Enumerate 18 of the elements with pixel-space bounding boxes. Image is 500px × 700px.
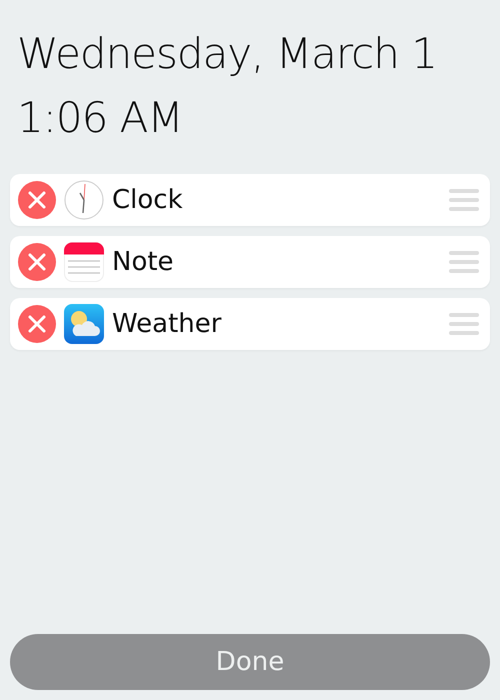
time-text: 1:06 AM: [17, 92, 184, 144]
drag-handle-icon[interactable]: [448, 312, 480, 336]
done-button[interactable]: Done: [10, 634, 490, 690]
remove-button[interactable]: [18, 305, 56, 343]
remove-button[interactable]: [18, 181, 56, 219]
clock-icon: [64, 180, 104, 220]
widget-name: Weather: [112, 309, 222, 339]
close-icon: [27, 252, 47, 272]
remove-button[interactable]: [18, 243, 56, 281]
widget-name: Clock: [112, 185, 184, 215]
widget-name: Note: [112, 247, 175, 277]
drag-handle-icon[interactable]: [448, 188, 480, 212]
weather-icon: [64, 304, 104, 344]
close-icon: [27, 190, 47, 210]
close-icon: [27, 314, 47, 334]
notepad-icon: [64, 242, 104, 282]
drag-handle-icon[interactable]: [448, 250, 480, 274]
date-text: Wednesday, March 1: [17, 28, 438, 80]
